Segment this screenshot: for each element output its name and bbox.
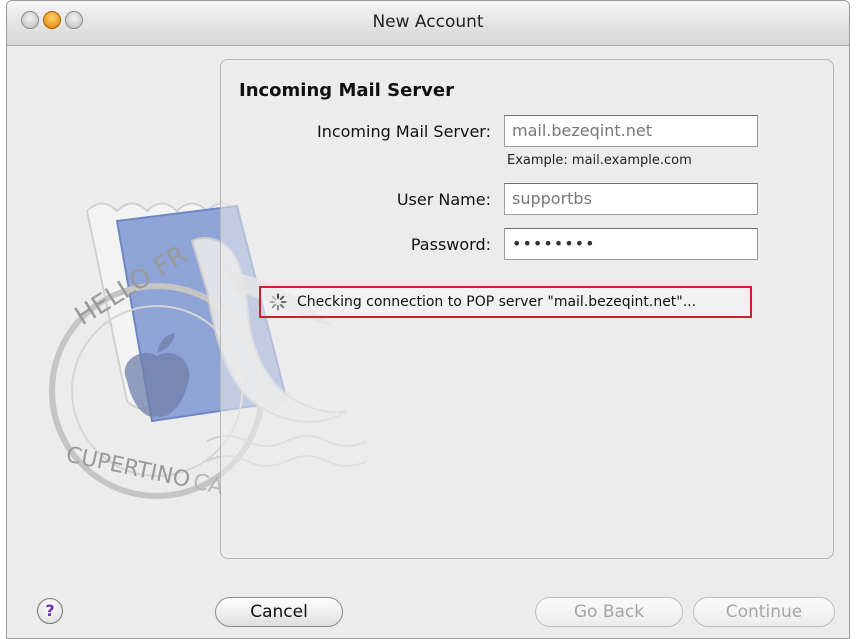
incoming-server-label: Incoming Mail Server: xyxy=(316,122,491,141)
panel-title: Incoming Mail Server xyxy=(239,80,454,101)
window-title: New Account xyxy=(372,12,484,32)
incoming-server-input[interactable]: mail.bezeqint.net xyxy=(504,115,758,147)
go-back-button[interactable]: Go Back xyxy=(535,597,683,627)
connection-status-text: Checking connection to POP server "mail.… xyxy=(297,294,697,310)
stamp-bottom-text: CUPERTINO xyxy=(64,442,192,493)
progress-spinner-icon xyxy=(269,293,287,311)
settings-panel: Incoming Mail Server Incoming Mail Serve… xyxy=(220,59,834,559)
connection-status-highlight: Checking connection to POP server "mail.… xyxy=(259,286,752,318)
cancel-button[interactable]: Cancel xyxy=(215,597,343,627)
title-bar: New Account xyxy=(7,1,849,46)
server-example-text: Example: mail.example.com xyxy=(507,153,692,168)
help-button[interactable]: ? xyxy=(37,598,63,624)
new-account-window: New Account HELLO FR CUPERTINO CA Incomi… xyxy=(6,0,850,639)
username-input[interactable]: supportbs xyxy=(504,183,758,215)
username-label: User Name: xyxy=(396,190,491,209)
continue-button[interactable]: Continue xyxy=(693,597,835,627)
password-label: Password: xyxy=(410,235,491,254)
password-input[interactable]: •••••••• xyxy=(504,228,758,260)
